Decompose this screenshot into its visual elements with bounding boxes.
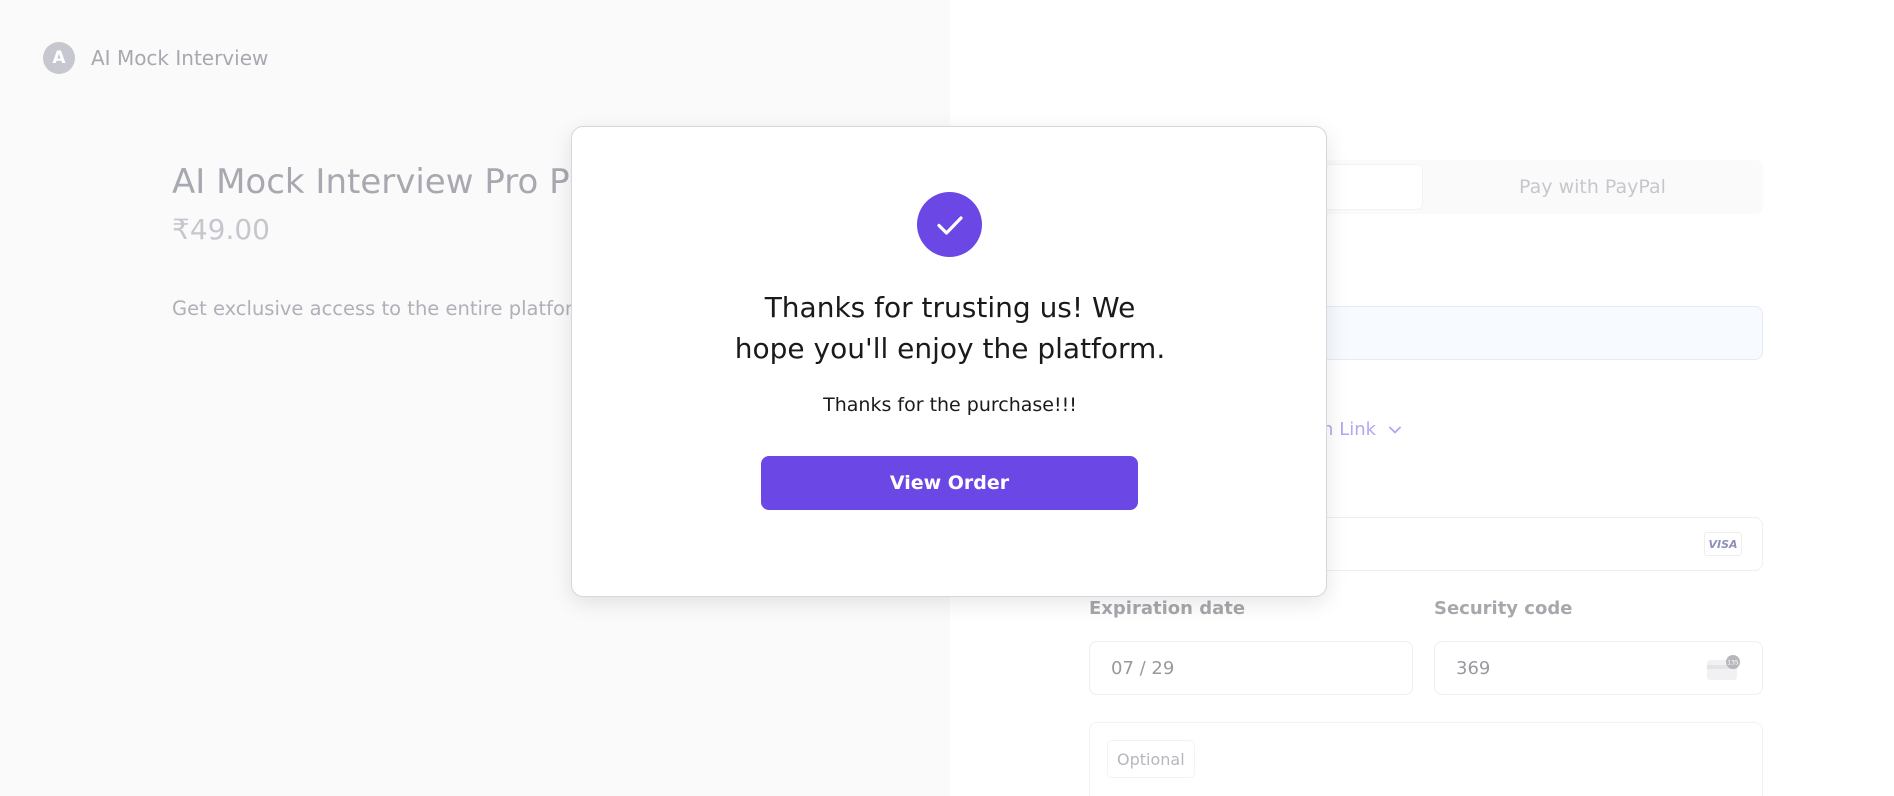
modal-heading: Thanks for trusting us! We hope you'll e… [572, 287, 1328, 369]
modal-heading-line1: Thanks for trusting us! We [764, 291, 1136, 324]
checkmark-icon [936, 215, 963, 235]
success-modal: Thanks for trusting us! We hope you'll e… [571, 126, 1327, 597]
modal-subtext: Thanks for the purchase!!! [823, 394, 1077, 416]
view-order-button[interactable]: View Order [761, 456, 1138, 510]
success-check-icon [917, 192, 982, 257]
modal-heading-line2: hope you'll enjoy the platform. [734, 332, 1166, 365]
checkout-page: A AI Mock Interview AI Mock Interview Pr… [0, 0, 1894, 796]
